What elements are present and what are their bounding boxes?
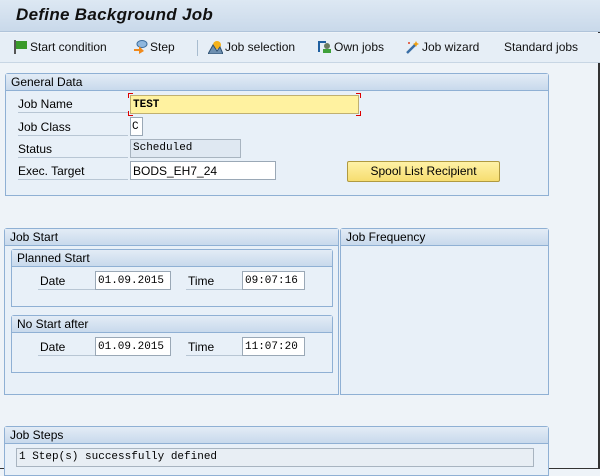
magic-wand-icon	[405, 40, 420, 54]
flag-icon	[13, 40, 28, 54]
exec-target-input[interactable]	[130, 161, 276, 180]
required-marker	[356, 111, 361, 116]
own-jobs-button[interactable]: Own jobs	[317, 40, 384, 54]
status-label: Status	[18, 141, 128, 158]
page-title: Define Background Job	[16, 5, 214, 24]
panel-header: No Start after	[12, 316, 332, 333]
job-steps-status: 1 Step(s) successfully defined	[16, 448, 534, 467]
job-class-input[interactable]	[130, 117, 143, 136]
required-marker	[356, 93, 361, 98]
toolbar-separator	[197, 40, 198, 56]
exec-target-label: Exec. Target	[18, 163, 128, 180]
planned-date-input[interactable]	[95, 271, 171, 290]
planned-time-input[interactable]	[242, 271, 305, 290]
no-start-date-input[interactable]	[95, 337, 171, 356]
no-start-time-label: Time	[186, 339, 242, 356]
job-frequency-panel: Job Frequency	[340, 228, 549, 395]
label: Step	[150, 40, 175, 54]
label: Standard jobs	[504, 40, 579, 54]
job-class-label: Job Class	[18, 119, 128, 136]
mountain-icon	[207, 40, 224, 55]
label: Job wizard	[422, 40, 480, 54]
job-name-label: Job Name	[18, 96, 128, 113]
required-marker	[128, 111, 133, 116]
step-icon	[133, 40, 148, 54]
application-toolbar: Start condition Step Job selection Own j…	[0, 33, 600, 63]
panel-header: Job Steps	[5, 427, 548, 444]
label: Own jobs	[334, 40, 385, 54]
panel-header: General Data	[6, 74, 548, 91]
no-start-time-input[interactable]	[242, 337, 305, 356]
step-button[interactable]: Step	[133, 40, 175, 54]
user-icon	[317, 40, 332, 54]
no-start-date-label: Date	[38, 339, 95, 356]
required-marker	[128, 93, 133, 98]
job-name-input[interactable]	[130, 95, 359, 114]
panel-header: Job Start	[5, 229, 338, 246]
start-condition-button[interactable]: Start condition	[13, 40, 107, 54]
status-field: Scheduled	[130, 139, 241, 158]
label: Start condition	[30, 40, 107, 54]
panel-header: Job Frequency	[341, 229, 548, 246]
planned-date-label: Date	[38, 273, 95, 290]
title-bar: Define Background Job	[0, 0, 600, 32]
spool-list-recipient-button[interactable]: Spool List Recipient	[347, 161, 500, 182]
job-selection-button[interactable]: Job selection	[207, 40, 296, 55]
planned-time-label: Time	[186, 273, 242, 290]
panel-header: Planned Start	[12, 250, 332, 267]
label: Job selection	[225, 40, 296, 54]
job-wizard-button[interactable]: Job wizard	[405, 40, 479, 54]
standard-jobs-button[interactable]: Standard jobs	[504, 40, 578, 54]
